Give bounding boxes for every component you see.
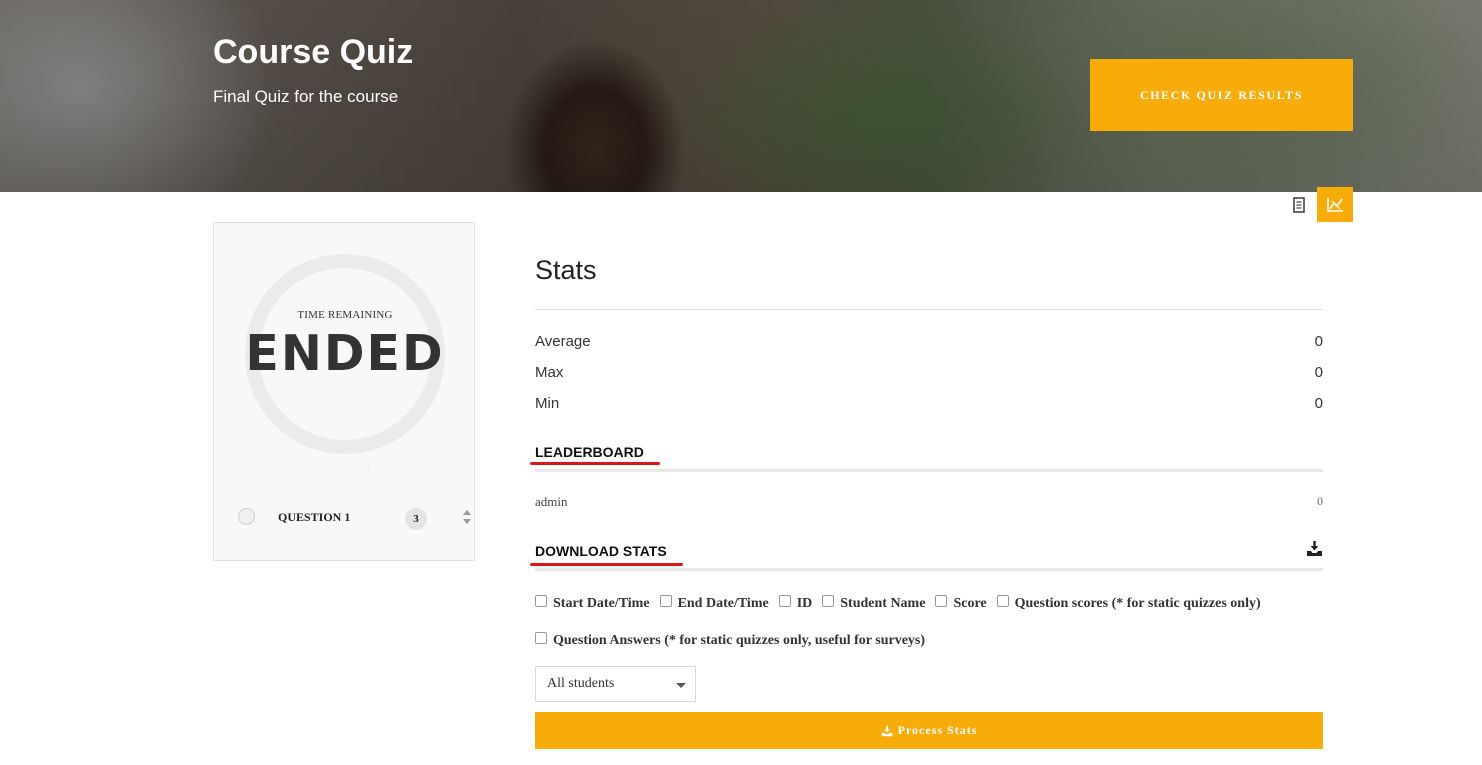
option-label: Start Date/Time — [553, 596, 650, 611]
view-toggle — [1281, 187, 1353, 222]
page-subtitle: Final Quiz for the course — [213, 87, 399, 106]
stat-value: 0 — [1314, 333, 1323, 350]
chevron-down-icon — [676, 683, 686, 688]
checkbox[interactable] — [778, 595, 791, 607]
question-list-scrollbar[interactable] — [460, 507, 474, 531]
checkbox[interactable] — [659, 595, 672, 607]
download-icon — [881, 725, 892, 736]
student-filter-select[interactable]: All students — [535, 666, 696, 702]
download-options-line-2: Question Answers (* for static quizzes o… — [535, 631, 935, 651]
option-question-answers[interactable]: Question Answers (* for static quizzes o… — [535, 632, 926, 649]
question-label: QUESTION 1 — [278, 510, 351, 524]
option-label: Question Answers (* for static quizzes o… — [553, 633, 926, 648]
timer-card: TIME REMAINING ENDED Max 0.00 QUESTION 1… — [213, 222, 475, 561]
scroll-down-icon[interactable] — [463, 519, 471, 524]
leaderboard-rule — [535, 469, 1323, 472]
checkbox[interactable] — [822, 595, 835, 607]
download-icon[interactable] — [1306, 540, 1323, 557]
option-id[interactable]: ID — [778, 595, 813, 612]
stat-row-average: Average 0 — [535, 333, 1323, 355]
questions-view-toggle[interactable] — [1281, 187, 1317, 222]
stat-label: Min — [535, 395, 560, 412]
checkbox[interactable] — [535, 632, 547, 644]
timer-faint-text: Max 0.00 — [320, 459, 370, 474]
option-label: ID — [796, 596, 813, 611]
question-count-badge: 3 — [405, 508, 427, 530]
chart-icon — [1327, 197, 1343, 212]
option-question-scores[interactable]: Question scores (* for static quizzes on… — [996, 595, 1261, 612]
checkbox[interactable] — [935, 595, 948, 607]
download-stats-heading: DOWNLOAD STATS — [535, 543, 667, 559]
leaderboard-name: admin — [535, 494, 568, 509]
stat-row-min: Min 0 — [535, 395, 1323, 417]
annotation-underline — [530, 563, 683, 566]
question-status-radio[interactable] — [238, 508, 255, 525]
leaderboard-row: admin 0 — [535, 494, 1323, 512]
process-stats-button[interactable]: Process Stats — [535, 712, 1323, 749]
student-filter-value: All students — [547, 676, 615, 691]
option-label: End Date/Time — [677, 596, 769, 611]
timer-value: ENDED — [245, 325, 445, 382]
option-label: Student Name — [840, 596, 926, 611]
document-icon — [1293, 196, 1305, 213]
leaderboard-heading: LEADERBOARD — [535, 444, 644, 460]
option-end-datetime[interactable]: End Date/Time — [659, 595, 769, 612]
hero-banner: Course Quiz Final Quiz for the course CH… — [0, 0, 1482, 192]
download-options-line-1: Start Date/Time End Date/Time ID Student… — [535, 594, 1271, 614]
option-label: Question scores (* for static quizzes on… — [1014, 596, 1261, 611]
question-list-item[interactable]: QUESTION 1 3 — [214, 505, 476, 535]
stat-value: 0 — [1314, 364, 1323, 381]
option-start-datetime[interactable]: Start Date/Time — [535, 595, 650, 612]
checkbox[interactable] — [535, 595, 547, 607]
page-title: Course Quiz — [213, 33, 414, 71]
process-stats-label: Process Stats — [897, 723, 978, 737]
download-rule — [535, 568, 1323, 571]
scroll-up-icon[interactable] — [463, 510, 471, 515]
stat-label: Average — [535, 333, 591, 350]
stats-divider — [535, 309, 1323, 310]
stat-value: 0 — [1314, 395, 1323, 412]
stats-title: Stats — [535, 255, 597, 285]
timer-label: TIME REMAINING — [297, 309, 393, 321]
checkbox[interactable] — [996, 595, 1009, 607]
option-student-name[interactable]: Student Name — [822, 595, 926, 612]
annotation-underline — [530, 462, 660, 465]
stat-row-max: Max 0 — [535, 364, 1323, 386]
stats-view-toggle[interactable] — [1317, 187, 1353, 222]
stat-label: Max — [535, 364, 564, 381]
option-label: Score — [953, 596, 987, 611]
option-score[interactable]: Score — [935, 595, 987, 612]
check-quiz-results-button[interactable]: CHECK QUIZ RESULTS — [1090, 59, 1353, 131]
leaderboard-score: 0 — [1317, 494, 1323, 508]
